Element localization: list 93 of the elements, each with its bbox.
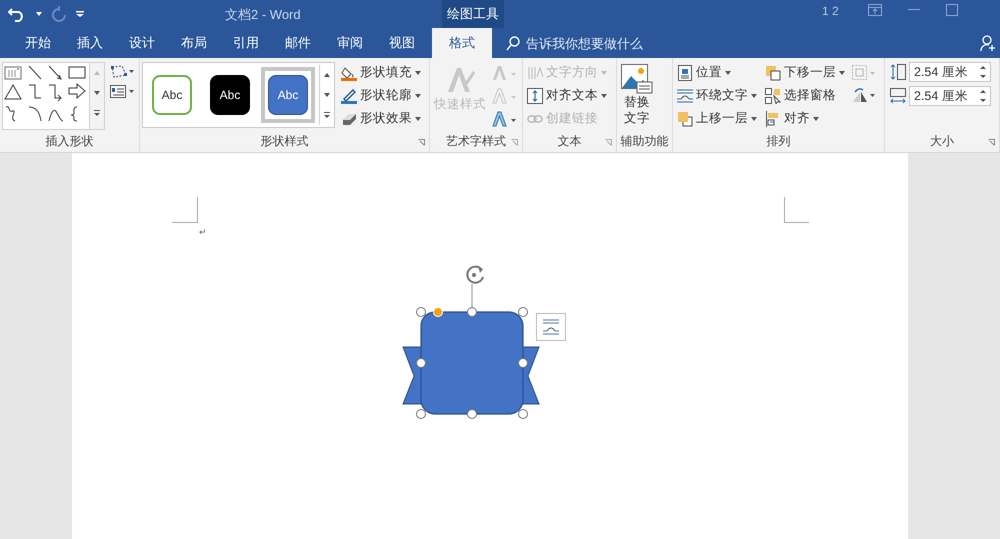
style-preset[interactable]: Abc [268,75,308,115]
maximize-icon[interactable] [946,4,958,16]
dialog-launcher-icon[interactable] [418,139,425,146]
ribbon-tab[interactable]: 布局 [168,28,220,58]
dropdown-caret-icon [601,70,607,74]
group-label: 辅助功能 [620,133,670,150]
ribbon-tab[interactable]: 视图 [376,28,428,58]
rotate-flip-icon[interactable] [851,86,877,104]
selection-pane-icon [765,88,781,104]
picture-icon [621,64,653,94]
customize-caret-icon[interactable] [76,11,84,17]
resize-handle[interactable] [467,307,477,317]
tell-me-field[interactable]: 告诉我你想要做什么 [524,34,708,52]
position-icon [677,64,693,80]
banner-shape[interactable] [402,311,540,415]
text-direction-icon [527,64,543,80]
ribbon-command[interactable]: 位置 [675,62,759,83]
edit-shape-icon[interactable] [109,64,135,80]
group-label: 艺术字样式 [445,133,507,150]
margin-corner-icon [784,197,810,223]
height-spinbox[interactable]: 2.54 厘米 [909,62,991,82]
bring-forward-icon [677,110,693,126]
style-preset-frame[interactable]: Abc [261,67,315,123]
wrap-text-icon [677,88,693,104]
ribbon-command[interactable]: 形状效果 [339,108,423,129]
resize-handle[interactable] [467,409,477,419]
ribbon-command[interactable]: 对齐文本 [525,85,609,106]
page-indicator: 1 2 [822,4,839,18]
dropdown-caret-icon [751,116,757,120]
dropdown-caret-icon [751,94,757,98]
group-label: 插入形状 [44,133,94,150]
shape-height-icon [889,63,907,81]
dropdown-caret-icon [839,70,845,74]
context-tab-label: 绘图工具 [442,0,504,28]
paint-bucket-icon [341,64,357,80]
ribbon-command[interactable]: 形状轮廓 [339,85,423,106]
ribbon-command[interactable]: 上移一层 [675,108,759,129]
ribbon-tab[interactable]: 设计 [116,28,168,58]
spin-arrows-icon [980,65,986,79]
pen-icon [341,88,357,104]
search-icon [506,36,520,50]
layout-options-icon[interactable] [536,313,566,341]
ribbon-tab[interactable]: 邮件 [272,28,324,58]
group-label: 文本 [556,133,582,150]
style-preset-frame[interactable]: Abc [145,67,199,123]
dialog-launcher-icon[interactable] [988,139,995,146]
undo-icon[interactable] [8,6,26,22]
share-person-icon[interactable] [980,35,996,51]
ribbon-command[interactable]: 选择窗格 [763,85,847,106]
align-objects-icon [765,110,781,126]
adjust-handle[interactable] [433,307,443,317]
ribbon-tab[interactable]: 开始 [12,28,64,58]
group-label: 形状样式 [260,133,310,150]
dropdown-caret-icon [725,70,731,74]
rotate-handle-icon[interactable] [466,266,484,284]
ribbon-command[interactable]: 形状填充 [339,62,423,83]
style-preset-frame[interactable]: Abc [203,67,257,123]
dropdown-caret-icon [813,116,819,120]
ribbon-tab[interactable]: 格式 [432,28,492,58]
dropdown-caret-icon [415,116,421,120]
resize-handle[interactable] [518,307,528,317]
ribbon-command[interactable]: 下移一层 [763,62,847,83]
window-title: 文档2 - Word [225,6,301,24]
resize-handle[interactable] [518,409,528,419]
ribbon-tab[interactable]: 审阅 [324,28,376,58]
dropdown-caret-icon [601,94,607,98]
minimize-icon[interactable] [908,9,920,11]
ribbon-command[interactable]: 对齐 [763,108,847,129]
dropdown-caret-icon[interactable] [36,12,42,16]
resize-handle[interactable] [416,409,426,419]
dropdown-caret-icon [415,94,421,98]
ribbon-tab[interactable]: 插入 [64,28,116,58]
send-backward-icon [765,64,781,80]
style-preset[interactable]: Abc [210,75,250,115]
ribbon-command[interactable]: 环绕文字 [675,85,759,106]
group-label: 排列 [766,133,792,150]
align-text-icon [527,88,543,104]
shape-width-icon [889,87,907,105]
text-effects-icon[interactable] [492,110,518,128]
style-gallery[interactable]: Abc Abc Abc [142,62,335,128]
style-preset[interactable]: Abc [152,75,192,115]
alt-text-button[interactable]: 替换 文字 [619,62,655,132]
group-label: 大小 [929,133,955,150]
margin-corner-icon [172,197,198,223]
text-box-icon[interactable] [109,84,135,100]
dropdown-caret-icon [415,70,421,74]
resize-handle[interactable] [416,307,426,317]
ribbon-display-icon[interactable] [868,4,882,16]
ribbon-tab[interactable]: 引用 [220,28,272,58]
spin-arrows-icon [980,89,986,103]
shape-gallery[interactable] [2,62,105,130]
paragraph-mark: ↵ [199,227,207,237]
width-spinbox[interactable]: 2.54 厘米 [909,86,991,106]
